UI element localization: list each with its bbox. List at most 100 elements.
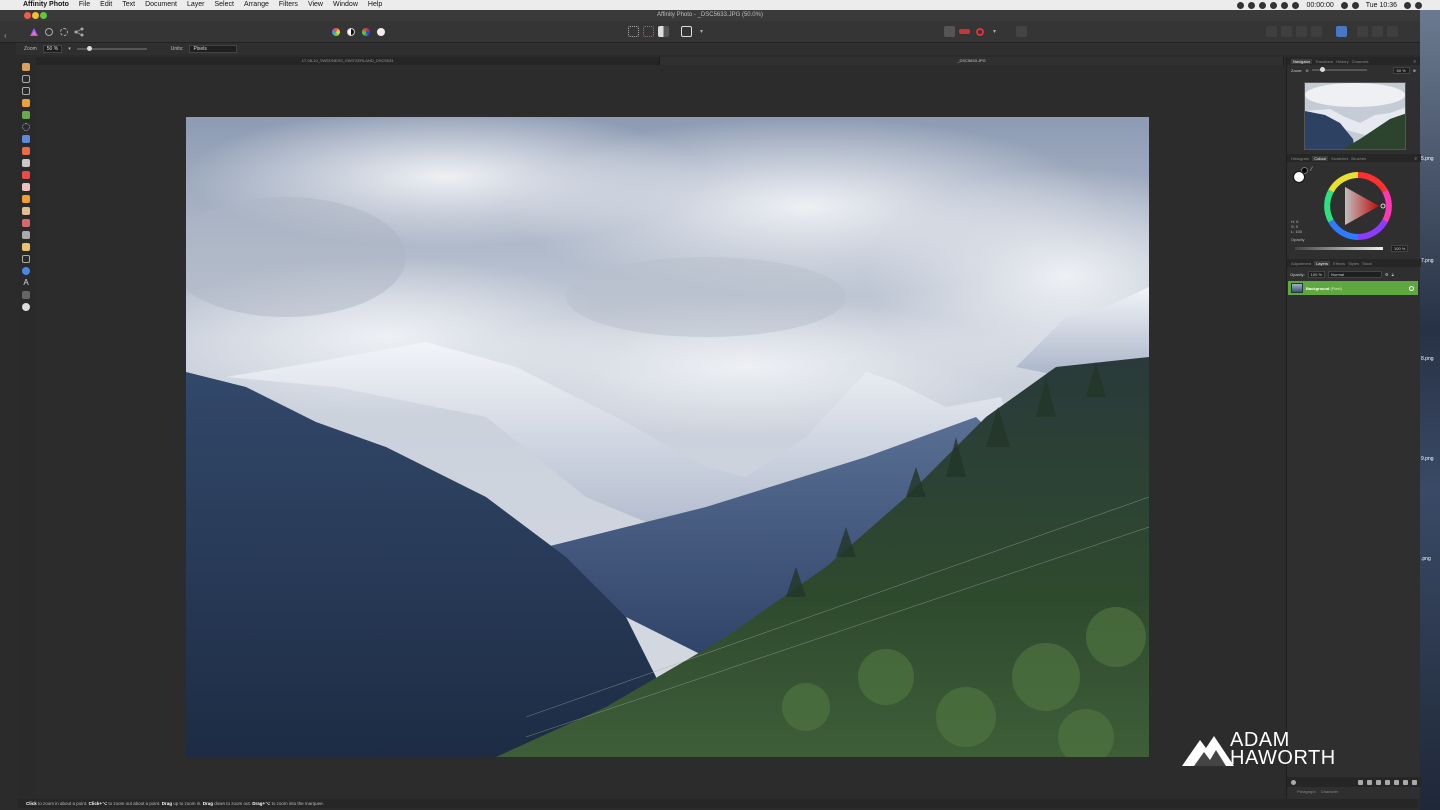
key-icon[interactable]	[1270, 1, 1278, 9]
colour-opacity-slider[interactable]	[1295, 247, 1383, 250]
dropbox-icon[interactable]	[1248, 1, 1256, 9]
tab-brushes[interactable]: Brushes	[1351, 156, 1366, 161]
menu-file[interactable]: File	[74, 0, 95, 10]
desktop-file-label[interactable]: .png	[1421, 556, 1431, 562]
chevron-down-icon[interactable]: ▾	[989, 26, 1000, 37]
desktop-file-label[interactable]: 8.png	[1421, 356, 1434, 362]
arrange-front-icon[interactable]	[1311, 26, 1322, 37]
zoom-out-icon[interactable]: ⊖	[1305, 68, 1308, 73]
flood-select-icon[interactable]	[22, 111, 30, 119]
tab-character[interactable]: Character	[1321, 789, 1339, 794]
gear-icon[interactable]: ⚙	[1385, 272, 1389, 277]
menu-edit[interactable]: Edit	[95, 0, 117, 10]
layer-opacity-field[interactable]: 100 %	[1307, 270, 1326, 278]
colour-picker-icon[interactable]	[22, 291, 30, 299]
menu-view[interactable]: View	[303, 0, 328, 10]
adjustment-layer-icon[interactable]	[1367, 779, 1372, 785]
arrange-forward-icon[interactable]	[1296, 26, 1307, 37]
panel-menu-icon[interactable]: ≡	[1414, 59, 1416, 64]
boolean-intersect-icon[interactable]	[1387, 26, 1398, 37]
navigator-zoom-slider[interactable]	[1311, 67, 1367, 72]
volume-icon[interactable]	[1292, 1, 1300, 9]
menu-text[interactable]: Text	[117, 0, 140, 10]
quick-mask-icon[interactable]	[681, 26, 692, 37]
adobe-icon[interactable]	[1259, 1, 1267, 9]
menu-layer[interactable]: Layer	[182, 0, 210, 10]
pen-tool-icon[interactable]	[22, 243, 30, 251]
tab-colour[interactable]: Colour	[1312, 155, 1329, 161]
zoom-value-field[interactable]: 50 %	[42, 45, 63, 53]
boolean-add-icon[interactable]	[1357, 26, 1368, 37]
battery-icon[interactable]	[1340, 1, 1348, 9]
colour-wheel[interactable]	[1323, 171, 1393, 241]
spotlight-icon[interactable]	[1404, 1, 1411, 9]
group-layers-icon[interactable]	[1394, 779, 1399, 785]
document-canvas[interactable]	[36, 65, 1284, 797]
develop-persona-icon[interactable]	[58, 26, 69, 37]
photo-image[interactable]	[186, 117, 1149, 757]
auto-white-balance-icon[interactable]	[375, 26, 386, 37]
invert-selection-icon[interactable]	[658, 26, 669, 37]
align-icon[interactable]	[1336, 26, 1347, 37]
flag-icon[interactable]	[1351, 1, 1359, 9]
zoom-tool-icon[interactable]	[22, 303, 30, 311]
dodge-brush-icon[interactable]	[22, 195, 30, 203]
zoom-slider-knob[interactable]	[86, 46, 92, 51]
desktop-file-label[interactable]: 5.png	[1421, 156, 1434, 162]
navigator-zoom-knob[interactable]	[1319, 67, 1325, 72]
tab-swatches[interactable]: Swatches	[1331, 156, 1348, 161]
boolean-subtract-icon[interactable]	[1372, 26, 1383, 37]
tab-adjustment[interactable]: Adjustment	[1291, 261, 1311, 266]
deselect-icon[interactable]	[643, 26, 654, 37]
colour-opacity-value[interactable]: 100 %	[1391, 245, 1409, 252]
foreground-colour-swatch[interactable]	[1293, 171, 1305, 183]
colour-picker-icon[interactable]: ⁄	[1311, 167, 1312, 173]
blemish-removal-icon[interactable]	[22, 219, 30, 227]
units-select[interactable]: Pixels	[189, 45, 238, 53]
color-replacement-icon[interactable]	[22, 171, 30, 179]
clone-brush-icon[interactable]	[22, 207, 30, 215]
tab-paragraph[interactable]: Paragraph	[1297, 789, 1316, 794]
zoom-slider[interactable]	[76, 46, 147, 51]
tab-transform[interactable]: Transform	[1315, 59, 1333, 64]
auto-contrast-icon[interactable]	[345, 26, 356, 37]
panel-menu-icon[interactable]: ≡	[1415, 156, 1417, 161]
add-pixel-layer-icon[interactable]	[1403, 779, 1408, 785]
assistant-icon[interactable]	[974, 26, 985, 37]
arrange-back-icon[interactable]	[1266, 26, 1277, 37]
snapping-magnet-icon[interactable]	[959, 29, 970, 34]
hand-tool-icon[interactable]	[22, 63, 30, 71]
navigator-zoom-value[interactable]: 50 %	[1392, 66, 1410, 74]
crop-tool-icon[interactable]	[22, 87, 30, 95]
menu-arrange[interactable]: Arrange	[239, 0, 274, 10]
selection-brush-icon[interactable]	[22, 99, 30, 107]
chevron-down-icon[interactable]: ▾	[696, 26, 707, 37]
navigator-thumbnail[interactable]	[1304, 82, 1406, 150]
menu-document[interactable]: Document	[140, 0, 182, 10]
layer-visibility-toggle[interactable]	[1409, 285, 1414, 291]
text-tool-icon[interactable]: A	[22, 279, 30, 287]
notification-icon[interactable]	[1415, 1, 1422, 9]
layer-row-background[interactable]: Background (Pixel)	[1288, 281, 1418, 295]
menu-help[interactable]: Help	[363, 0, 387, 10]
menu-filters[interactable]: Filters	[274, 0, 303, 10]
healing-brush-icon[interactable]	[22, 231, 30, 239]
clock[interactable]: Tue 10:36	[1363, 2, 1400, 9]
back-arrow-icon[interactable]: ‹	[4, 31, 7, 40]
tab-document-2[interactable]: _DSC5633.JPG	[660, 57, 1284, 65]
tab-layers[interactable]: Layers	[1314, 260, 1331, 266]
fx-icon[interactable]	[1385, 779, 1390, 785]
lock-icon[interactable]: 🔒︎	[1392, 272, 1394, 277]
arrange-backward-icon[interactable]	[1281, 26, 1292, 37]
delete-layer-icon[interactable]	[1412, 779, 1417, 785]
tab-stock[interactable]: Stock	[1362, 261, 1372, 266]
erase-brush-icon[interactable]	[22, 183, 30, 191]
move-tool-icon[interactable]	[22, 75, 30, 83]
marquee-select-icon[interactable]	[628, 26, 639, 37]
tab-channels[interactable]: Channels	[1352, 59, 1369, 64]
tab-document-1[interactable]: 17-08-10_SWEDNESS_SWITZERLAND_DSC5633	[36, 57, 660, 65]
grid-icon[interactable]	[944, 26, 955, 37]
menu-app[interactable]: Affinity Photo	[18, 0, 74, 10]
tab-navigator[interactable]: Navigator	[1291, 58, 1313, 64]
chevron-down-icon[interactable]: ▾	[68, 46, 71, 52]
